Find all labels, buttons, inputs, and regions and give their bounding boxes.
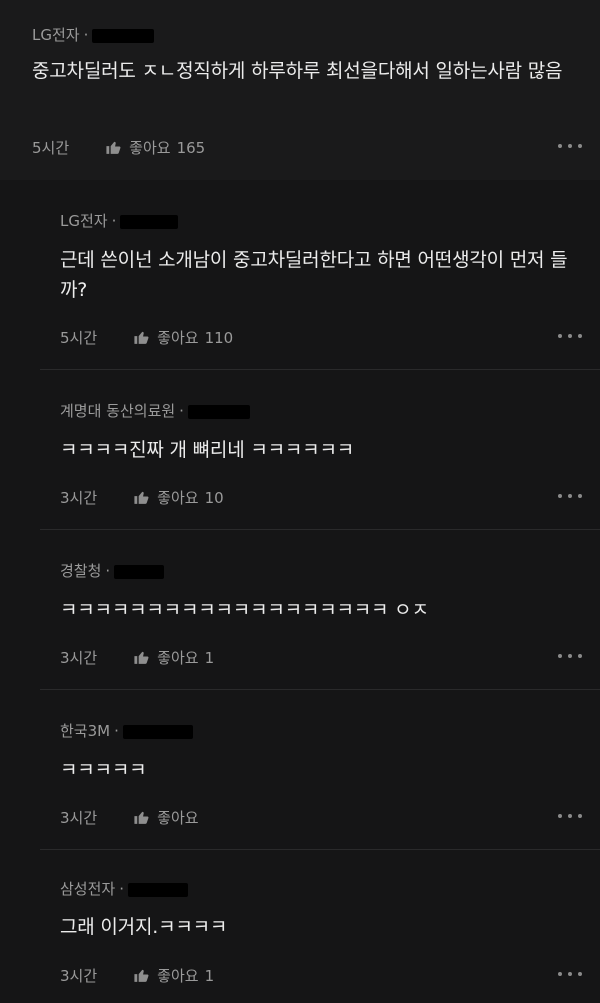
separator-dot: · bbox=[114, 722, 119, 740]
comment-meta: LG전자 · bbox=[60, 210, 179, 231]
comment-actions: 3시간 좋아요 1 bbox=[60, 647, 214, 668]
more-options-icon[interactable] bbox=[558, 141, 582, 151]
comment-text: 중고차딜러도 ㅈㄴ정직하게 하루하루 최선을다해서 일하는사람 많음 bbox=[32, 60, 563, 82]
timestamp: 5시간 bbox=[60, 329, 98, 347]
comment-text: ㅋㅋㅋㅋ진짜 개 뼈리네 ㅋㅋㅋㅋㅋㅋ bbox=[60, 439, 354, 461]
more-options-icon[interactable] bbox=[558, 331, 582, 341]
reply-item: 경찰청 · ㅋㅋㅋㅋㅋㅋㅋㅋㅋㅋㅋㅋㅋㅋㅋㅋㅋㅋㅋ ㅇㅈ 3시간 좋아요 1 bbox=[0, 530, 600, 690]
like-label: 좋아요 bbox=[157, 967, 199, 985]
like-button[interactable]: 좋아요 110 bbox=[133, 327, 233, 348]
redacted-nickname bbox=[122, 724, 193, 739]
thumbs-up-icon bbox=[134, 491, 149, 504]
comment-top: LG전자 · 중고차딜러도 ㅈㄴ정직하게 하루하루 최선을다해서 일하는사람 많음… bbox=[0, 0, 600, 180]
like-label: 좋아요 bbox=[157, 489, 199, 507]
comment-meta: 삼성전자 · bbox=[60, 878, 188, 899]
separator-dot: · bbox=[119, 880, 124, 898]
like-count: 110 bbox=[204, 328, 234, 347]
more-options-icon[interactable] bbox=[558, 811, 582, 821]
like-button[interactable]: 좋아요 bbox=[133, 807, 204, 828]
like-count: 10 bbox=[204, 488, 224, 507]
comment-actions: 5시간 좋아요 110 bbox=[60, 327, 233, 348]
like-button[interactable]: 좋아요 1 bbox=[133, 647, 214, 668]
timestamp: 3시간 bbox=[60, 649, 98, 667]
comment-text: ㅋㅋㅋㅋㅋㅋㅋㅋㅋㅋㅋㅋㅋㅋㅋㅋㅋㅋㅋ ㅇㅈ bbox=[60, 599, 429, 621]
reply-item: 한국3M · ㅋㅋㅋㅋㅋ 3시간 좋아요 bbox=[0, 690, 600, 850]
redacted-nickname bbox=[127, 882, 188, 897]
comment-thread: LG전자 · 중고차딜러도 ㅈㄴ정직하게 하루하루 최선을다해서 일하는사람 많음… bbox=[0, 0, 600, 1003]
comment-meta: 한국3M · bbox=[60, 720, 193, 741]
like-button[interactable]: 좋아요 165 bbox=[105, 137, 205, 158]
author-company[interactable]: 계명대 동산의료원 bbox=[60, 402, 175, 420]
thumbs-up-icon bbox=[134, 969, 149, 982]
like-button[interactable]: 좋아요 10 bbox=[133, 487, 224, 508]
reply-item: 삼성전자 · 그래 이거지.ㅋㅋㅋㅋ 3시간 좋아요 1 bbox=[0, 850, 600, 1003]
timestamp: 3시간 bbox=[60, 809, 98, 827]
comment-meta: 계명대 동산의료원 · bbox=[60, 400, 250, 421]
comment-actions: 3시간 좋아요 10 bbox=[60, 487, 224, 508]
more-options-icon[interactable] bbox=[558, 651, 582, 661]
like-label: 좋아요 bbox=[129, 139, 171, 157]
comment-text: ㅋㅋㅋㅋㅋ bbox=[60, 759, 147, 781]
redacted-nickname bbox=[114, 564, 165, 579]
more-options-icon[interactable] bbox=[558, 969, 582, 979]
separator-dot: · bbox=[83, 26, 89, 44]
like-count: 165 bbox=[176, 138, 206, 157]
like-count: 1 bbox=[204, 648, 215, 667]
author-company[interactable]: 한국3M bbox=[60, 722, 110, 740]
like-label: 좋아요 bbox=[157, 809, 199, 827]
thumbs-up-icon bbox=[134, 811, 149, 824]
separator-dot: · bbox=[179, 402, 184, 420]
redacted-nickname bbox=[92, 28, 155, 43]
redacted-nickname bbox=[120, 214, 179, 229]
comment-text: 그래 이거지.ㅋㅋㅋㅋ bbox=[60, 916, 228, 938]
separator-dot: · bbox=[111, 212, 117, 230]
thumbs-up-icon bbox=[106, 141, 121, 154]
author-company[interactable]: LG전자 bbox=[60, 212, 108, 230]
like-label: 좋아요 bbox=[157, 329, 199, 347]
comment-actions: 5시간 좋아요 165 bbox=[32, 137, 205, 158]
author-company[interactable]: 삼성전자 bbox=[60, 880, 115, 898]
author-company[interactable]: 경찰청 bbox=[60, 562, 101, 580]
reply-item: LG전자 · 근데 쓴이넌 소개남이 중고차딜러한다고 하면 어떤생각이 먼저 들… bbox=[0, 180, 600, 370]
comment-actions: 3시간 좋아요 1 bbox=[60, 965, 214, 986]
thumbs-up-icon bbox=[134, 331, 149, 344]
comment-meta: 경찰청 · bbox=[60, 560, 165, 581]
thumbs-up-icon bbox=[134, 651, 149, 664]
timestamp: 5시간 bbox=[32, 139, 70, 157]
comment-meta: LG전자 · bbox=[32, 24, 155, 45]
like-count: 1 bbox=[204, 966, 215, 985]
timestamp: 3시간 bbox=[60, 967, 98, 985]
more-options-icon[interactable] bbox=[558, 491, 582, 501]
like-button[interactable]: 좋아요 1 bbox=[133, 965, 214, 986]
separator-dot: · bbox=[105, 562, 111, 580]
like-label: 좋아요 bbox=[157, 649, 199, 667]
timestamp: 3시간 bbox=[60, 489, 98, 507]
comment-text: 근데 쓴이넌 소개남이 중고차딜러한다고 하면 어떤생각이 먼저 들까? bbox=[60, 249, 568, 301]
author-company[interactable]: LG전자 bbox=[32, 26, 80, 44]
comment-actions: 3시간 좋아요 bbox=[60, 807, 205, 828]
reply-item: 계명대 동산의료원 · ㅋㅋㅋㅋ진짜 개 뼈리네 ㅋㅋㅋㅋㅋㅋ 3시간 좋아요 1… bbox=[0, 370, 600, 530]
redacted-nickname bbox=[187, 404, 250, 419]
